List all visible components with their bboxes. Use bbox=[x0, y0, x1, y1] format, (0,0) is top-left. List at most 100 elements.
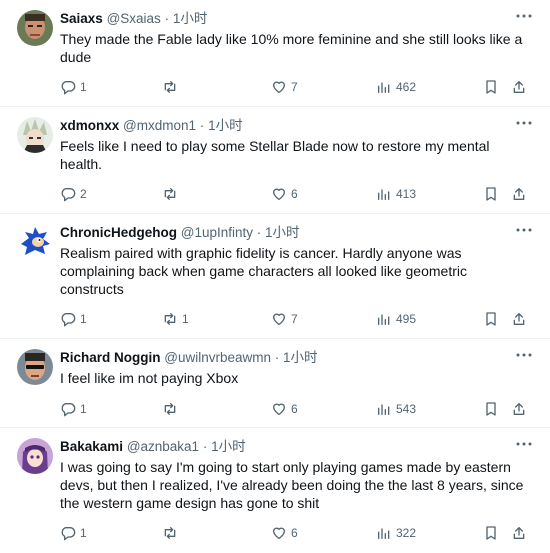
like-button[interactable]: 7 bbox=[271, 310, 298, 328]
like-button[interactable]: 6 bbox=[271, 524, 298, 542]
bookmark-button[interactable] bbox=[483, 78, 499, 96]
like-count: 6 bbox=[291, 526, 298, 540]
avatar[interactable] bbox=[17, 224, 53, 260]
share-button[interactable] bbox=[511, 400, 527, 418]
tweet[interactable]: Bakakami @aznbaka1 · 1小时 I was going to … bbox=[0, 428, 550, 553]
user-handle[interactable]: @uwilnvrbeawmn bbox=[164, 350, 271, 365]
like-count: 6 bbox=[291, 187, 298, 201]
retweet-button[interactable] bbox=[162, 185, 182, 203]
view-count: 413 bbox=[396, 187, 417, 201]
retweet-button[interactable] bbox=[162, 78, 182, 96]
retweet-button[interactable]: 1 bbox=[162, 310, 189, 328]
bookmark-icon bbox=[486, 526, 496, 540]
timestamp[interactable]: 1小时 bbox=[283, 350, 318, 365]
bookmark-button[interactable] bbox=[483, 310, 499, 328]
heart-icon bbox=[273, 188, 285, 200]
avatar[interactable] bbox=[17, 349, 53, 385]
reply-button[interactable]: 2 bbox=[60, 185, 87, 203]
more-options-icon[interactable] bbox=[514, 8, 534, 24]
like-count: 6 bbox=[291, 402, 298, 416]
share-button[interactable] bbox=[511, 310, 527, 328]
more-options-icon[interactable] bbox=[514, 436, 534, 452]
like-button[interactable]: 6 bbox=[271, 185, 298, 203]
user-handle[interactable]: @Sxaias bbox=[107, 11, 161, 26]
reply-button[interactable]: 1 bbox=[60, 524, 87, 542]
views-icon bbox=[378, 189, 390, 200]
bookmark-button[interactable] bbox=[483, 185, 499, 203]
views-button[interactable]: 543 bbox=[376, 400, 416, 418]
share-icon bbox=[513, 527, 525, 539]
avatar[interactable] bbox=[17, 117, 53, 153]
reply-count: 2 bbox=[80, 187, 87, 201]
display-name[interactable]: Saiaxs bbox=[60, 11, 103, 26]
views-icon bbox=[378, 528, 390, 539]
views-button[interactable]: 322 bbox=[376, 524, 416, 542]
like-count: 7 bbox=[291, 312, 298, 326]
reply-button[interactable]: 1 bbox=[60, 400, 87, 418]
share-icon bbox=[513, 81, 525, 93]
retweet-button[interactable] bbox=[162, 524, 182, 542]
views-icon bbox=[378, 82, 390, 93]
tweet[interactable]: ChronicHedgehog @1upInfinty · 1小时 Realis… bbox=[0, 214, 550, 339]
tweet-text: I feel like im not paying Xbox bbox=[60, 370, 239, 386]
user-handle[interactable]: @aznbaka1 bbox=[127, 439, 199, 454]
share-button[interactable] bbox=[511, 185, 527, 203]
heart-icon bbox=[273, 81, 285, 93]
display-name[interactable]: Richard Noggin bbox=[60, 350, 161, 365]
views-button[interactable]: 413 bbox=[376, 185, 416, 203]
like-button[interactable]: 7 bbox=[271, 78, 298, 96]
timestamp[interactable]: 1小时 bbox=[211, 439, 246, 454]
more-options-icon[interactable] bbox=[514, 222, 534, 238]
more-options-icon[interactable] bbox=[514, 115, 534, 131]
tweet[interactable]: Saiaxs @Sxaias · 1小时 They made the Fable… bbox=[0, 0, 550, 107]
views-icon bbox=[378, 404, 390, 415]
separator-dot: · bbox=[199, 118, 205, 133]
reply-icon bbox=[61, 313, 76, 327]
bookmark-icon bbox=[486, 80, 496, 94]
tweet-actions: 1 7 462 bbox=[60, 78, 535, 96]
heart-icon bbox=[273, 527, 285, 539]
reply-icon bbox=[61, 527, 76, 541]
like-button[interactable]: 6 bbox=[271, 400, 298, 418]
user-handle[interactable]: @mxdmon1 bbox=[123, 118, 196, 133]
display-name[interactable]: xdmonxx bbox=[60, 118, 119, 133]
tweet-header: Bakakami @aznbaka1 · 1小时 bbox=[60, 439, 246, 455]
separator-dot: · bbox=[202, 439, 208, 454]
share-button[interactable] bbox=[511, 78, 527, 96]
timestamp[interactable]: 1小时 bbox=[208, 118, 243, 133]
bookmark-icon bbox=[486, 312, 496, 326]
tweet-header: Richard Noggin @uwilnvrbeawmn · 1小时 bbox=[60, 350, 318, 366]
share-button[interactable] bbox=[511, 524, 527, 542]
view-count: 462 bbox=[396, 80, 417, 94]
avatar[interactable] bbox=[17, 10, 53, 46]
reply-count: 1 bbox=[80, 80, 87, 94]
user-handle[interactable]: @1upInfinty bbox=[181, 225, 253, 240]
reply-count: 1 bbox=[80, 402, 87, 416]
tweet-header: xdmonxx @mxdmon1 · 1小时 bbox=[60, 118, 243, 134]
retweet-button[interactable] bbox=[162, 400, 182, 418]
reply-icon bbox=[61, 403, 76, 417]
timestamp[interactable]: 1小时 bbox=[265, 225, 300, 240]
tweet-header: ChronicHedgehog @1upInfinty · 1小时 bbox=[60, 225, 300, 241]
reply-button[interactable]: 1 bbox=[60, 78, 87, 96]
views-icon bbox=[378, 314, 390, 325]
views-button[interactable]: 495 bbox=[376, 310, 416, 328]
tweet-header: Saiaxs @Sxaias · 1小时 bbox=[60, 11, 207, 27]
avatar[interactable] bbox=[17, 438, 53, 474]
bookmark-icon bbox=[486, 402, 496, 416]
tweet-text: Realism paired with graphic fidelity is … bbox=[60, 245, 467, 297]
display-name[interactable]: ChronicHedgehog bbox=[60, 225, 177, 240]
share-icon bbox=[513, 188, 525, 200]
timestamp[interactable]: 1小时 bbox=[173, 11, 208, 26]
reply-button[interactable]: 1 bbox=[60, 310, 87, 328]
display-name[interactable]: Bakakami bbox=[60, 439, 123, 454]
bookmark-button[interactable] bbox=[483, 400, 499, 418]
views-button[interactable]: 462 bbox=[376, 78, 416, 96]
bookmark-button[interactable] bbox=[483, 524, 499, 542]
tweet[interactable]: Richard Noggin @uwilnvrbeawmn · 1小时 I fe… bbox=[0, 339, 550, 428]
tweet-text: I was going to say I'm going to start on… bbox=[60, 459, 524, 511]
tweet[interactable]: xdmonxx @mxdmon1 · 1小时 Feels like I need… bbox=[0, 107, 550, 214]
retweet-icon bbox=[164, 527, 176, 539]
more-options-icon[interactable] bbox=[514, 347, 534, 363]
retweet-icon bbox=[164, 313, 176, 325]
